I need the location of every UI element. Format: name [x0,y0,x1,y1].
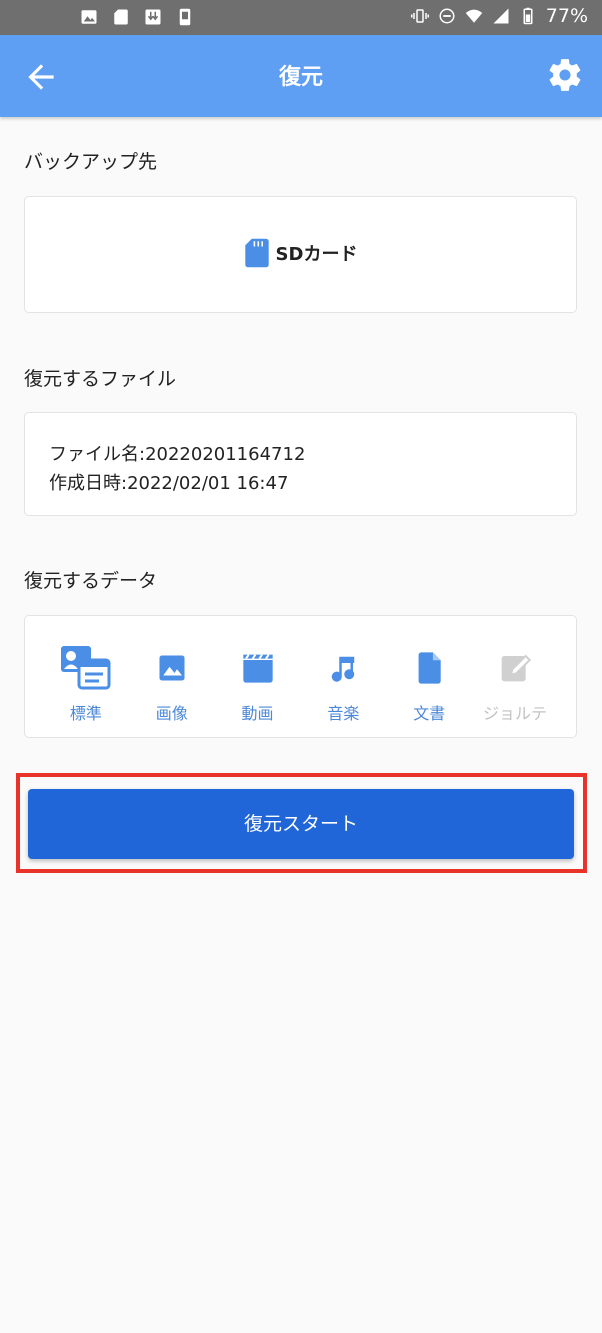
restore-file-label: 復元するファイル [24,368,177,390]
data-item-label: 音楽 [327,704,360,723]
data-item-music[interactable]: 音楽 [304,644,382,724]
phone-icon [179,8,191,26]
restore-start-button[interactable]: 復元スタート [28,789,574,859]
status-bar: 77% [0,0,602,35]
sd-card-label: SDカード [275,244,358,265]
file-name-line: ファイル名:20220201164712 [49,444,306,465]
battery-percentage: 77% [545,5,588,27]
backup-destination-label: バックアップ先 [24,151,158,173]
contacts-calendar-icon [60,646,111,690]
app-bar: 復元 [0,35,602,117]
gear-icon [549,59,581,91]
data-item-videos[interactable]: 動画 [219,644,297,724]
settings-button[interactable] [546,56,584,94]
data-item-images[interactable]: 画像 [133,644,211,724]
download-icon [145,9,161,25]
data-item-label: 画像 [155,704,188,723]
data-item-label: 文書 [413,704,446,723]
restore-file-card[interactable]: ファイル名:20220201164712 作成日時:2022/02/01 16:… [24,412,577,516]
movie-icon [242,654,273,683]
status-notification-icons [80,8,194,26]
data-item-label: ジョルテ [483,704,548,723]
signal-icon [493,8,509,24]
file-date-line: 作成日時:2022/02/01 16:47 [49,473,289,494]
data-item-label: 標準 [69,704,102,723]
restore-data-label: 復元するデータ [24,570,158,592]
page-title: 復元 [278,65,323,90]
vibrate-icon [410,9,429,23]
data-item-jorte: ジョルテ [476,644,554,724]
data-item-documents[interactable]: 文書 [390,644,468,724]
sd-card-icon [114,9,128,25]
edit-note-icon [501,654,532,682]
restore-data-grid: 標準 画像 動画 音楽 文書 ジョルテ [25,644,576,724]
image-icon [81,10,97,24]
backup-destination-value: SDカード [25,237,576,269]
wifi-icon [465,9,483,23]
backup-destination-card[interactable]: SDカード [24,196,577,313]
restore-data-card: 標準 画像 動画 音楽 文書 ジョルテ [24,615,577,738]
battery-icon [523,7,533,25]
data-item-label: 動画 [241,704,274,723]
document-icon [418,652,441,684]
image-icon [159,655,185,681]
do-not-disturb-icon [439,8,455,24]
data-item-standard[interactable]: 標準 [47,644,125,724]
status-system-icons: 77% [410,5,588,27]
sd-card-icon [244,238,269,268]
music-note-icon [332,656,355,682]
